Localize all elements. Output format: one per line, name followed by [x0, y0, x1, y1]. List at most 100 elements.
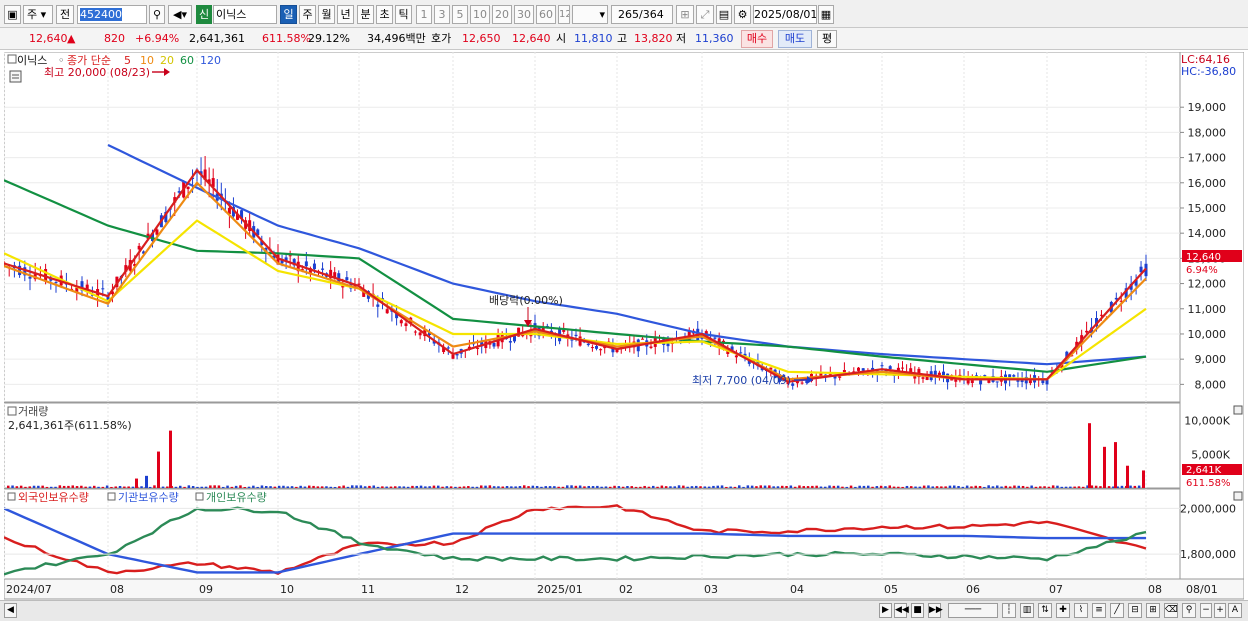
- evaluation-button[interactable]: 평: [817, 30, 837, 48]
- tab-period-week[interactable]: 주: [299, 5, 316, 24]
- zoom-slider[interactable]: ───: [948, 603, 998, 618]
- low-label: 저: [676, 32, 687, 45]
- holding-y-tick: 2,000,000: [1180, 502, 1236, 515]
- zoom-in-icon[interactable]: +: [1214, 603, 1226, 618]
- line-tool-icon[interactable]: ╱: [1110, 603, 1124, 618]
- stock-name-field[interactable]: 이닉스: [213, 5, 277, 24]
- panel-menu-icon[interactable]: [7, 54, 17, 64]
- volume-bar: [351, 485, 354, 488]
- speaker-icon[interactable]: ◀▾: [168, 5, 192, 24]
- zoom-icon[interactable]: ⚲: [1182, 603, 1196, 618]
- volume-bar: [419, 485, 423, 488]
- interval-5[interactable]: 5: [452, 5, 468, 24]
- interval-20[interactable]: 20: [492, 5, 512, 24]
- volume-bar: [682, 485, 685, 488]
- volume-spike-bar: [135, 478, 138, 488]
- scroll-right-icon[interactable]: ▶: [879, 603, 892, 618]
- fib-tool-icon[interactable]: ⊟: [1128, 603, 1142, 618]
- data-count-field[interactable]: 265/364: [611, 5, 673, 24]
- volume-bar: [781, 485, 784, 488]
- volume-bar: [613, 485, 616, 488]
- gear-icon[interactable]: ⚙: [734, 5, 751, 24]
- volume-bar: [432, 485, 436, 488]
- tab-period-second[interactable]: 초: [376, 5, 393, 24]
- code-input[interactable]: 452400: [77, 5, 147, 24]
- interval-1[interactable]: 1: [416, 5, 432, 24]
- interval-3[interactable]: 3: [434, 5, 450, 24]
- forward-icon[interactable]: ▶▶: [928, 603, 943, 618]
- volume-bar: [1060, 486, 1063, 488]
- tab-period-day[interactable]: 일: [280, 5, 297, 24]
- volume-bar: [406, 486, 410, 488]
- volume-bar: [385, 486, 388, 488]
- font-size-icon[interactable]: A: [1228, 603, 1242, 618]
- erase-icon[interactable]: ⌫: [1164, 603, 1178, 618]
- holding-panel-menu-icon[interactable]: [7, 492, 16, 501]
- interval-30[interactable]: 30: [514, 5, 534, 24]
- market-select[interactable]: 주 ▾: [23, 5, 53, 24]
- buy-button[interactable]: 매수: [741, 30, 773, 48]
- ruler-icon[interactable]: ┆: [1002, 603, 1016, 618]
- interval-10[interactable]: 10: [470, 5, 490, 24]
- candle-body: [385, 309, 389, 314]
- hc-label: HC:-36,80: [1181, 65, 1236, 78]
- prev-button[interactable]: 전: [56, 5, 74, 24]
- volume-bar: [712, 485, 715, 488]
- sell-button[interactable]: 매도: [778, 30, 812, 48]
- tab-period-month[interactable]: 월: [318, 5, 335, 24]
- volume-bar: [953, 485, 956, 488]
- bid-price: 12,640: [512, 32, 551, 45]
- volume-bar: [703, 486, 707, 488]
- calendar-icon[interactable]: ▦: [818, 5, 834, 24]
- search-icon[interactable]: ⚲: [149, 5, 165, 24]
- window-menu-icon[interactable]: ▣: [4, 5, 21, 24]
- indicator-icon[interactable]: ⌇: [1074, 603, 1088, 618]
- volume-bar: [256, 486, 259, 488]
- zoom-out-icon[interactable]: −: [1200, 603, 1212, 618]
- volume-bar: [695, 485, 698, 488]
- volume-bar: [570, 485, 573, 488]
- date-field[interactable]: 2025/08/01: [753, 5, 817, 24]
- volume-bar: [11, 485, 14, 488]
- volume-bar: [428, 486, 431, 488]
- volume-bar: [174, 486, 178, 488]
- compare-icon[interactable]: ⇅: [1038, 603, 1052, 618]
- channel-tool-icon[interactable]: ⊞: [1146, 603, 1160, 618]
- volume-bar: [239, 485, 242, 488]
- interval-120[interactable]: 120: [558, 5, 570, 24]
- candle-body: [418, 332, 422, 336]
- volume-panel-menu-icon[interactable]: [7, 406, 17, 416]
- chart-type-icon[interactable]: ▥: [1020, 603, 1034, 618]
- volume-bar: [213, 485, 216, 488]
- candle-body: [321, 268, 325, 270]
- table-icon[interactable]: [9, 70, 22, 83]
- save-icon[interactable]: ▤: [716, 5, 732, 24]
- volume-bar: [733, 486, 737, 488]
- volume-bar: [234, 485, 238, 488]
- candle-body: [399, 320, 403, 324]
- interval-custom-select[interactable]: ▾: [572, 5, 608, 24]
- holding-panel-close-icon[interactable]: [1233, 491, 1243, 501]
- crosshair-icon[interactable]: ✚: [1056, 603, 1070, 618]
- stop-icon[interactable]: ■: [911, 603, 924, 618]
- volume-bar: [93, 485, 96, 488]
- tab-period-year[interactable]: 년: [337, 5, 354, 24]
- volume-bar: [1039, 486, 1042, 488]
- scroll-left-icon[interactable]: ◀: [4, 603, 17, 618]
- volume-bar: [303, 486, 307, 488]
- candle-body: [574, 334, 578, 336]
- tab-period-tick[interactable]: 틱: [395, 5, 412, 24]
- stock-chart[interactable]: 19,00018,00017,00016,00015,00014,00013,0…: [4, 52, 1244, 602]
- volume-bar: [458, 486, 461, 488]
- candle-body: [508, 341, 512, 343]
- rewind-icon[interactable]: ◀◀: [894, 603, 909, 618]
- text-tool-icon[interactable]: ≡: [1092, 603, 1106, 618]
- volume-bar: [858, 485, 861, 488]
- volume-panel-close-icon[interactable]: [1233, 405, 1243, 415]
- tab-period-minute[interactable]: 분: [357, 5, 374, 24]
- grid-icon[interactable]: ⊞: [676, 5, 694, 24]
- draw-tool-icon[interactable]: ⤢: [696, 5, 714, 24]
- open-label: 시: [556, 32, 567, 45]
- interval-60[interactable]: 60: [536, 5, 556, 24]
- candle-body: [599, 349, 603, 351]
